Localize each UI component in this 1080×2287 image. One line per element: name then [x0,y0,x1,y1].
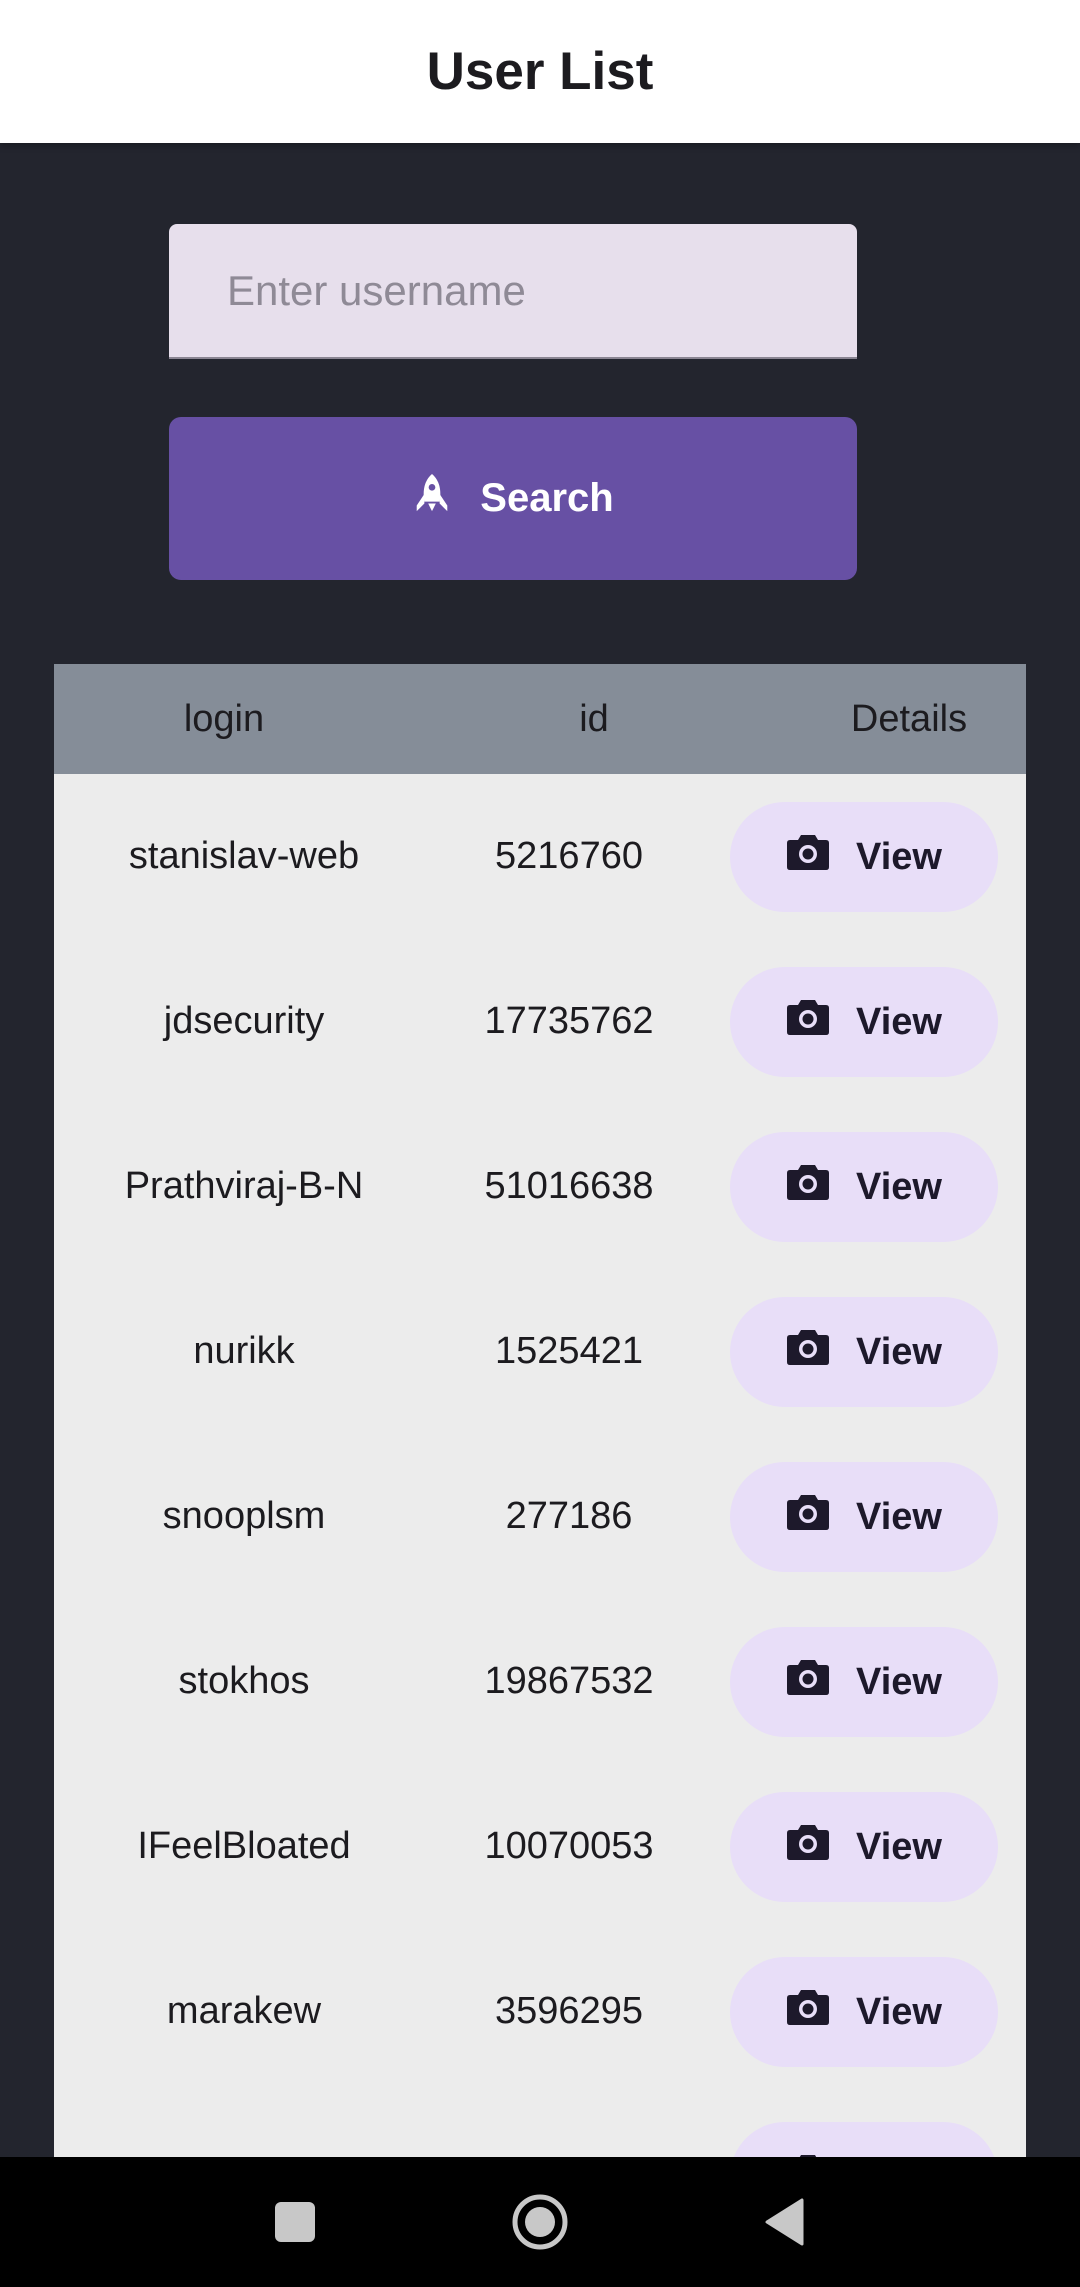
id-cell: 1525421 [495,1330,643,1372]
view-details-button[interactable]: View [730,1132,998,1242]
view-details-button[interactable]: View [730,1462,998,1572]
login-cell: IFeelBloated [137,1825,351,1867]
view-button-label: View [856,1825,942,1868]
id-cell: 19867532 [484,1660,654,1702]
id-cell: 51016638 [484,1165,654,1207]
search-button-label: Search [480,476,614,520]
view-details-button[interactable]: View [730,1627,998,1737]
table-row: Prathviraj-B-N 51016638 View [54,1104,1026,1269]
view-button-label: View [856,1660,942,1703]
view-button-label: View [856,1330,942,1373]
login-cell: nurikk [193,1330,295,1372]
system-nav-bar [0,2157,1080,2287]
view-button-label: View [856,1990,942,2033]
id-cell: 17735762 [484,1000,654,1042]
view-details-button[interactable]: View [730,1297,998,1407]
view-button-label: View [856,835,942,878]
id-cell: 10070053 [484,1825,654,1867]
camera-icon [786,1988,830,2036]
home-circle-icon[interactable] [480,2157,600,2287]
camera-icon [786,1328,830,1376]
view-details-button[interactable]: View [730,802,998,912]
screen: User List Search login id Details stanis… [0,0,1080,2287]
recents-square-icon[interactable] [235,2157,355,2287]
view-button-label: View [856,1165,942,1208]
id-cell [434,2094,704,2158]
column-header-details: Details [850,697,968,740]
table-row: IFeelBloated 10070053 View [54,1764,1026,1929]
login-cell [54,2094,434,2158]
login-cell: stokhos [178,1660,310,1702]
table-row: marakew 3596295 View [54,1929,1026,2094]
camera-icon [786,1493,830,1541]
view-button-label: View [856,1495,942,1538]
user-table: login id Details stanislav-web 5216760 Vie… [54,664,1026,2158]
table-row: nurikk 1525421 View [54,1269,1026,1434]
id-cell: 3596295 [495,1990,643,2032]
table-header: login id Details [54,664,1026,774]
table-row: View [54,2094,1026,2158]
table-row: stanislav-web 5216760 View [54,774,1026,939]
login-cell: stanislav-web [128,835,360,877]
back-triangle-icon[interactable] [725,2157,845,2287]
page-title: User List [426,42,654,101]
camera-icon [786,998,830,1046]
column-header-login: login [183,697,265,740]
table-row: stokhos 19867532 View [54,1599,1026,1764]
id-cell: 5216760 [495,835,643,877]
camera-icon [786,1658,830,1706]
app-bar: User List [0,0,1080,143]
view-details-button[interactable]: View [730,2122,998,2158]
login-cell: marakew [166,1990,322,2032]
view-details-button[interactable]: View [730,967,998,1077]
view-button-label: View [856,1000,942,1043]
camera-icon [786,1163,830,1211]
camera-icon [786,833,830,881]
camera-icon [786,1823,830,1871]
table-row: jdsecurity 17735762 View [54,939,1026,1104]
table-row: snooplsm 277186 View [54,1434,1026,1599]
login-cell: snooplsm [162,1495,326,1537]
id-cell: 277186 [505,1495,633,1537]
username-input[interactable] [169,224,857,359]
login-cell: Prathviraj-B-N [124,1165,364,1207]
view-details-button[interactable]: View [730,1792,998,1902]
search-button[interactable]: Search [169,417,857,580]
rocket-icon [412,473,452,525]
view-details-button[interactable]: View [730,1957,998,2067]
login-cell: jdsecurity [163,1000,325,1042]
